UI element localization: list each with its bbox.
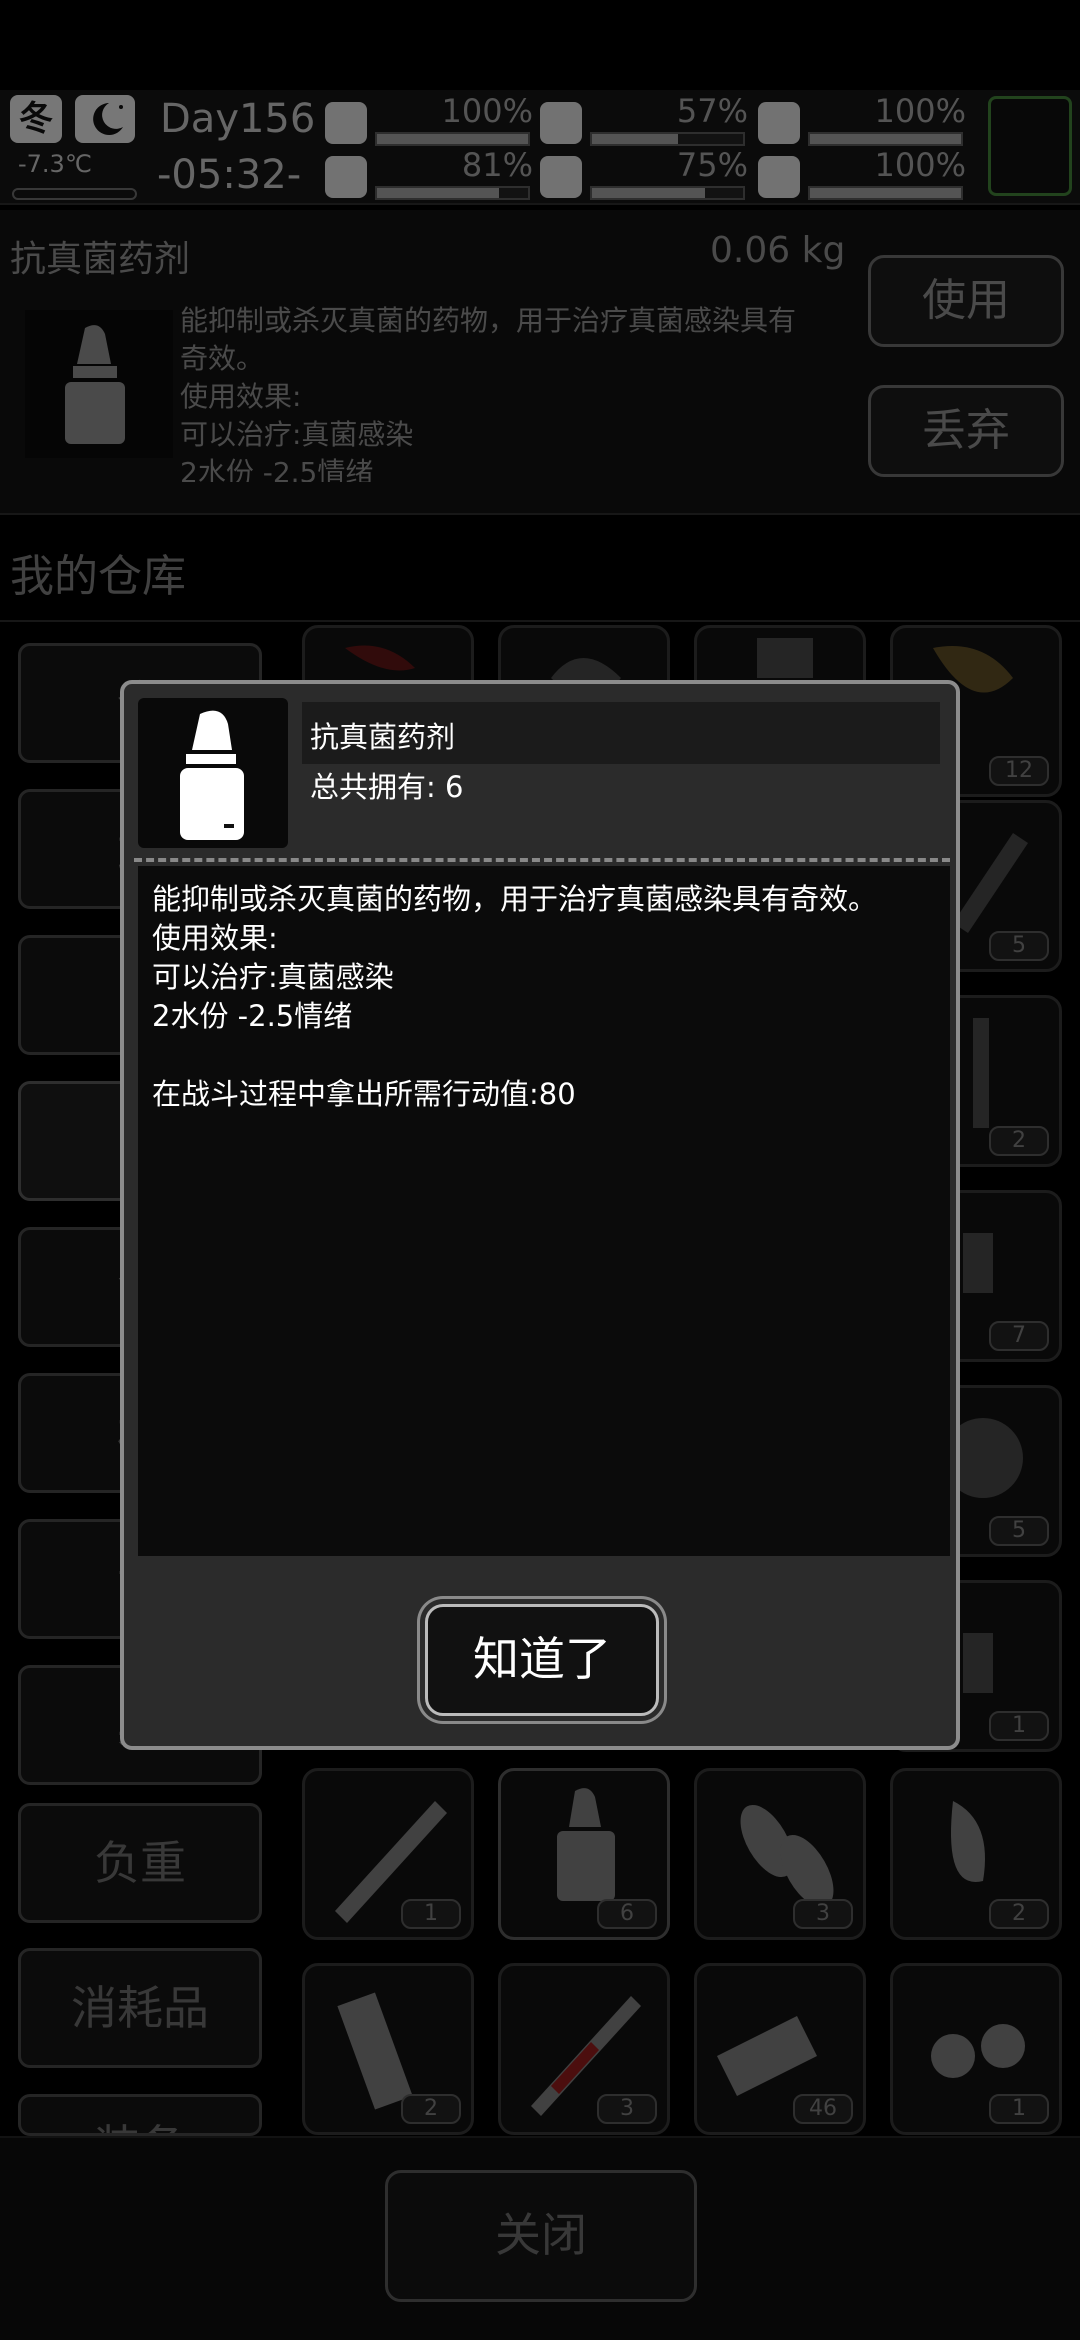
acknowledge-button[interactable]: 知道了 xyxy=(425,1604,659,1716)
dialog-owned-label: 总共拥有: xyxy=(310,770,436,804)
dialog-separator xyxy=(134,858,950,862)
dialog-owned: 总共拥有: 6 xyxy=(310,764,463,806)
dialog-desc-line: 能抑制或杀灭真菌的药物，用于治疗真菌感染具有奇效。 xyxy=(152,882,878,916)
dialog-desc-line: 可以治疗:真菌感染 xyxy=(152,960,394,994)
medicine-bottle-icon xyxy=(138,698,288,848)
dialog-item-name: 抗真菌药剂 xyxy=(310,720,456,754)
item-info-dialog: 抗真菌药剂 总共拥有: 6 能抑制或杀灭真菌的药物，用于治疗真菌感染具有奇效。 … xyxy=(120,680,960,1750)
dialog-description: 能抑制或杀灭真菌的药物，用于治疗真菌感染具有奇效。 使用效果: 可以治疗:真菌感… xyxy=(138,866,950,1556)
dialog-owned-value: 6 xyxy=(445,770,464,804)
dialog-desc-line: 2水份 -2.5情绪 xyxy=(152,999,353,1033)
dialog-desc-line: 在战斗过程中拿出所需行动值:80 xyxy=(152,1077,576,1111)
dialog-desc-line: 使用效果: xyxy=(152,921,278,955)
